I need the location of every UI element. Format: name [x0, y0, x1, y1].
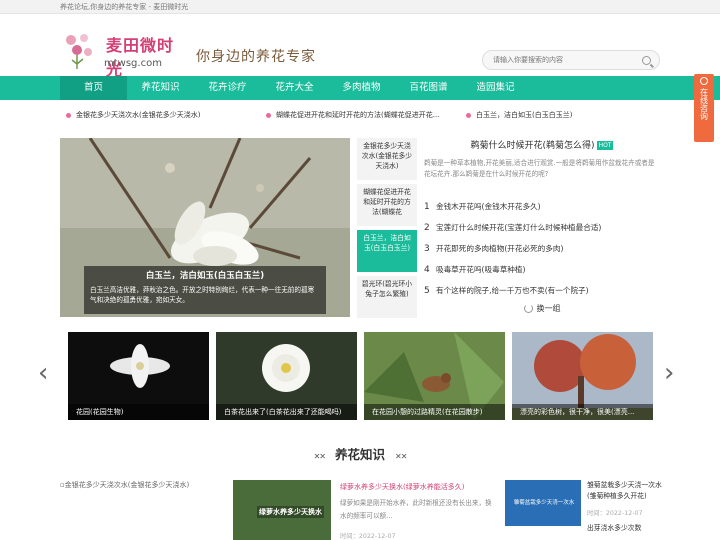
broken-image-alt[interactable]: ▫金银花多少天浇次水(金银花多少天浇水) — [60, 480, 189, 490]
section-heading: ✕✕ 养花知识 ✕✕ — [0, 444, 720, 463]
change-label: 换一组 — [536, 304, 561, 313]
nav-item-home[interactable]: 首页 — [60, 76, 127, 100]
news-image[interactable]: 雏菊盆栽多少天浇一次水 — [505, 480, 581, 526]
hot-list: 1 金钱木开花吗(金钱木开花多久) 2 宝莲灯什么时候开花(宝莲灯什么时候种植最合适… — [424, 196, 660, 301]
ticker-item[interactable]: 白玉兰，洁白如玉(白玉白玉兰) — [466, 110, 656, 120]
image-caption: 雏菊盆栽多少天浇一次水 — [513, 500, 575, 506]
list-number: 1 — [424, 202, 430, 212]
photo-carousel: 花园(花园生物) 白茶花出来了(白茶花出来了还能喝吗) 在花园小憩的过路精灵(在… — [60, 332, 660, 422]
change-group-button[interactable]: 换一组 — [424, 303, 660, 314]
knowledge-news: ▫金银花多少天浇次水(金银花多少天浇水) 绿萝水养多少天换水 绿萝水养多少天换水… — [60, 480, 663, 540]
consult-label: 在线咨询 — [699, 88, 709, 120]
ticker-item[interactable]: 金银花多少天浇次水(金银花多少天浇水) — [66, 110, 256, 120]
nav-item-diagnosis[interactable]: 花卉诊疗 — [194, 76, 261, 100]
main-nav: 首页 养花知识 花卉诊疗 花卉大全 多肉植物 百花图谱 造园集记 — [0, 76, 720, 100]
carousel-item[interactable]: 在花园小憩的过路精灵(在花园散步) — [364, 332, 505, 420]
header: 麦田微时光 mtwsg.com 你身边的养花专家 — [0, 14, 720, 79]
carousel-label: 白茶花出来了(白茶花出来了还能喝吗) — [216, 404, 357, 420]
list-number: 3 — [424, 244, 430, 254]
featured-banner[interactable]: 白玉兰，洁白如玉(白玉白玉兰) 白玉兰高洁优雅，莽秋治之色。开放之时特别绚烂，代… — [60, 138, 350, 317]
hot-title[interactable]: 鹈菊什么时候开花(鹈菊怎么得) — [471, 141, 595, 151]
list-text[interactable]: 宝莲灯什么时候开花(宝莲灯什么时候种植最合适) — [436, 223, 601, 232]
article-desc: 绿萝如果是刚开始水养，此时新根还没有长出来，换水的频率可以额... — [340, 499, 492, 520]
deco-left: ✕✕ — [313, 452, 326, 461]
chat-icon — [700, 77, 708, 85]
carousel-next-arrow[interactable]: › — [664, 358, 674, 388]
list-item[interactable]: 3 开花即死的多肉植物(开花必死的多肉) — [424, 238, 660, 259]
search-box — [482, 50, 660, 70]
carousel-prev-arrow[interactable]: ‹ — [38, 358, 48, 388]
news-image[interactable]: 绿萝水养多少天换水 — [233, 480, 331, 540]
broken-image-text: 金银花多少天浇次水(金银花多少天浇水) — [64, 481, 190, 489]
logo-name: 麦田微时光 — [106, 36, 175, 79]
list-number: 4 — [424, 265, 430, 275]
flower-logo-icon — [66, 34, 92, 69]
logo-domain: mtwsg.com — [104, 58, 162, 69]
list-number: 5 — [424, 286, 430, 296]
news-article: 绿萝水养多少天换水(绿萝水养能活多久) 绿萝如果是刚开始水养，此时新根还没有长出… — [340, 480, 496, 540]
carousel-item[interactable]: 漂亮的彩色树，很干净，很美(漂亮... — [512, 332, 653, 420]
list-text[interactable]: 金钱木开花吗(金钱木开花多久) — [436, 202, 541, 211]
banner-thumb[interactable]: 碧光环(碧光环小兔子怎么繁殖) — [357, 276, 417, 318]
carousel-label: 花园(花园生物) — [68, 404, 209, 420]
list-item[interactable]: 4 吸毒草开花吗(吸毒草种植) — [424, 259, 660, 280]
article-time: 时间：2022-12-07 — [340, 533, 396, 540]
banner-thumbs: 金银花多少天浇次水(金银花多少天浇水) 蝴蝶花促进开花和延时开花的方法(蝴蝶花 … — [357, 138, 417, 322]
ticker-item[interactable]: 蝴蝶花促进开花和延时开花的方法(蝴蝶花促进开花... — [266, 110, 456, 120]
news-ticker: 金银花多少天浇次水(金银花多少天浇水) 蝴蝶花促进开花和延时开花的方法(蝴蝶花促… — [60, 110, 660, 124]
image-caption: 绿萝水养多少天换水 — [257, 506, 324, 518]
banner-caption: 白玉兰，洁白如玉(白玉白玉兰) 白玉兰高洁优雅，莽秋治之色。开放之时特别绚烂，代… — [84, 266, 326, 314]
hot-panel: 鹈菊什么时候开花(鹈菊怎么得) HOT 鹈菊是一种草本植物,开花美丽,适合进行观赏… — [424, 138, 660, 314]
banner-title[interactable]: 白玉兰，洁白如玉(白玉白玉兰) — [90, 269, 320, 281]
list-number: 2 — [424, 223, 430, 233]
banner-thumb[interactable]: 蝴蝶花促进开花和延时开花的方法(蝴蝶花 — [357, 184, 417, 226]
topbar-text: 养花论坛,你身边的养花专家 - 麦田微时光 — [60, 3, 189, 11]
section-title[interactable]: 养花知识 — [335, 447, 385, 462]
hot-desc: 鹈菊是一种草本植物,开花美丽,适合进行观赏.一般是将鹈菊用作盆栽花卉或者是花坛花… — [424, 159, 655, 178]
list-text[interactable]: 开花即死的多肉植物(开花必死的多肉) — [436, 244, 563, 253]
list-item[interactable]: 1 金钱木开花吗(金钱木开花多久) — [424, 196, 660, 217]
search-input[interactable] — [483, 51, 633, 69]
banner-thumb[interactable]: 金银花多少天浇次水(金银花多少天浇水) — [357, 138, 417, 180]
side-next-title[interactable]: 出芽浇水多少次数 — [587, 523, 663, 534]
list-text[interactable]: 吸毒草开花吗(吸毒草种植) — [436, 265, 525, 274]
carousel-item[interactable]: 花园(花园生物) — [68, 332, 209, 420]
list-item[interactable]: 5 有个这样的院子,给一千万也不卖(有一个院子) — [424, 280, 660, 301]
nav-item-knowledge[interactable]: 养花知识 — [127, 76, 194, 100]
side-time: 时间：2022-12-07 — [587, 510, 643, 517]
online-consult-button[interactable]: 在线咨询 — [694, 74, 714, 142]
hot-badge: HOT — [596, 141, 614, 150]
side-article: 雏菊盆栽多少天浇一次水(雏菊种植多久开花) 时间：2022-12-07 出芽浇水… — [587, 480, 663, 534]
carousel-label: 漂亮的彩色树，很干净，很美(漂亮... — [512, 404, 653, 420]
carousel-label: 在花园小憩的过路精灵(在花园散步) — [364, 404, 505, 420]
nav-item-atlas[interactable]: 百花图谱 — [395, 76, 462, 100]
nav-item-garden[interactable]: 造园集记 — [462, 76, 529, 100]
article-title[interactable]: 绿萝水养多少天换水(绿萝水养能活多久) — [340, 482, 496, 493]
list-item[interactable]: 2 宝莲灯什么时候开花(宝莲灯什么时候种植最合适) — [424, 217, 660, 238]
carousel-item[interactable]: 白茶花出来了(白茶花出来了还能喝吗) — [216, 332, 357, 420]
list-text[interactable]: 有个这样的院子,给一千万也不卖(有一个院子) — [436, 286, 589, 295]
hot-title-row[interactable]: 鹈菊什么时候开花(鹈菊怎么得) HOT — [424, 138, 660, 154]
slogan: 你身边的养花专家 — [196, 49, 316, 65]
banner-thumb-active[interactable]: 白玉兰，洁白如玉(白玉白玉兰) — [357, 230, 417, 272]
side-title[interactable]: 雏菊盆栽多少天浇一次水(雏菊种植多久开花) — [587, 480, 663, 502]
nav-item-encyclopedia[interactable]: 花卉大全 — [261, 76, 328, 100]
refresh-icon — [523, 304, 533, 313]
banner-desc: 白玉兰高洁优雅，莽秋治之色。开放之时特别绚烂，代表一种一往无前的孤寒气和决绝的孤… — [90, 286, 315, 304]
nav-item-succulents[interactable]: 多肉植物 — [328, 76, 395, 100]
search-icon[interactable] — [642, 56, 651, 65]
topbar: 养花论坛,你身边的养花专家 - 麦田微时光 — [0, 0, 720, 14]
deco-right: ✕✕ — [395, 452, 407, 461]
site-logo[interactable]: 麦田微时光 mtwsg.com — [60, 22, 178, 80]
